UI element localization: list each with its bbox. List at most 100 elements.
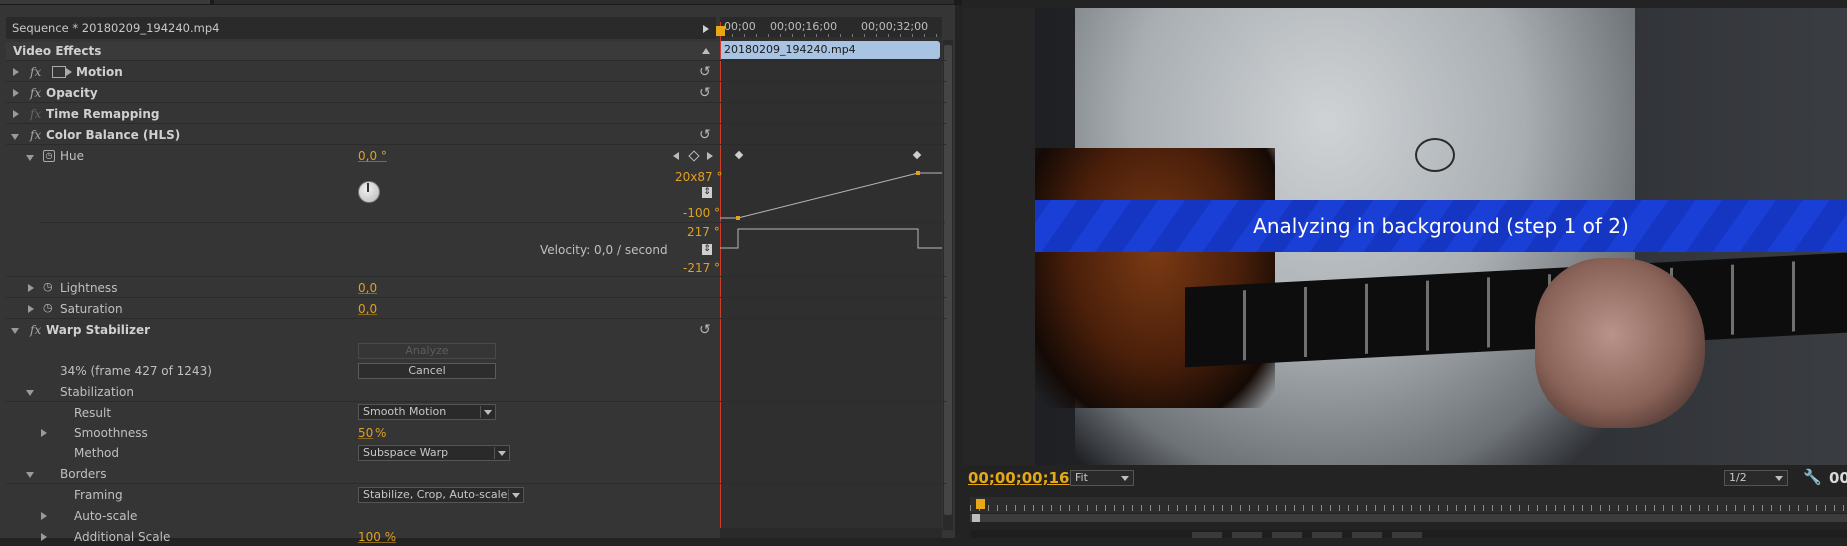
ruler-ticks (720, 34, 942, 37)
collapse-icon[interactable] (26, 155, 34, 161)
reset-icon[interactable]: ↺ (699, 126, 711, 144)
graph-scale-icon[interactable]: ⇕ (702, 244, 712, 255)
panel-tab[interactable] (214, 0, 954, 4)
analyze-button: Analyze (358, 343, 496, 359)
reset-icon[interactable]: ↺ (699, 63, 711, 81)
keyframe-timeline[interactable] (720, 17, 942, 538)
stopwatch-icon[interactable]: ◷ (43, 280, 53, 293)
prev-keyframe-icon[interactable] (673, 152, 679, 160)
velocity-curve (720, 228, 942, 249)
divider (6, 297, 946, 298)
video-frame[interactable]: Analyzing in background (step 1 of 2) (1035, 8, 1847, 465)
additional-scale-label: Additional Scale (74, 530, 171, 544)
velocity-label: Velocity: 0,0 / second (540, 243, 668, 257)
zoom-dropdown[interactable]: Fit (1070, 470, 1134, 486)
effect-warp-stabilizer[interactable]: Warp Stabilizer (46, 321, 150, 339)
smoothness-value[interactable]: 50 (358, 424, 373, 442)
expand-icon[interactable] (41, 429, 47, 437)
transport-button[interactable] (1352, 532, 1382, 538)
graph-max-value: 20x87 ° (675, 170, 723, 184)
lightness-value[interactable]: 0,0 (358, 279, 377, 297)
expand-icon[interactable] (28, 284, 34, 292)
collapse-icon[interactable] (26, 390, 34, 396)
sequence-title: Sequence * 20180209_194240.mp4 (6, 17, 716, 39)
motion-transform-icon[interactable] (52, 66, 66, 78)
transport-button[interactable] (1312, 532, 1342, 538)
expand-icon[interactable] (28, 305, 34, 313)
monitor-pasteboard (962, 8, 1035, 465)
graph-keyframe[interactable] (736, 216, 740, 220)
scrollbar-thumb[interactable] (944, 45, 952, 515)
divider (6, 276, 946, 277)
saturation-label: Saturation (60, 302, 123, 316)
result-dropdown[interactable]: Smooth Motion (358, 404, 496, 420)
expand-icon[interactable] (13, 110, 19, 118)
result-label: Result (74, 406, 112, 420)
expand-icon[interactable] (13, 89, 19, 97)
collapse-icon[interactable] (11, 328, 19, 334)
zoom-handle[interactable] (972, 514, 980, 522)
playhead-marker-icon[interactable] (976, 499, 985, 509)
arrow-right-icon[interactable] (703, 25, 709, 33)
framing-dropdown[interactable]: Stabilize, Crop, Auto-scale (358, 487, 524, 503)
expand-icon[interactable] (41, 533, 47, 541)
video-effects-label: Video Effects (13, 44, 102, 58)
divider (6, 144, 946, 145)
analysis-progress: 34% (frame 427 of 1243) (60, 364, 212, 378)
fx-toggle-icon[interactable]: fx (30, 126, 41, 144)
horizontal-scrollbar[interactable] (720, 528, 942, 538)
effect-color-balance[interactable]: Color Balance (HLS) (46, 126, 180, 144)
cancel-button[interactable]: Cancel (358, 363, 496, 379)
stopwatch-icon[interactable]: ◷ (43, 301, 53, 314)
collapse-icon[interactable] (26, 472, 34, 478)
method-dropdown[interactable]: Subspace Warp (358, 445, 510, 461)
reset-icon[interactable]: ↺ (699, 321, 711, 339)
fx-toggle-icon[interactable]: fx (30, 63, 41, 81)
stopwatch-icon[interactable]: ◷ (43, 150, 55, 162)
chevron-down-icon (498, 451, 506, 456)
hue-value-graph[interactable] (720, 165, 942, 255)
transport-button[interactable] (1392, 532, 1422, 538)
playhead-marker-icon[interactable] (716, 26, 725, 36)
clip-bar[interactable]: 20180209_194240.mp4 (720, 41, 940, 59)
graph-keyframe[interactable] (916, 171, 920, 175)
reset-icon[interactable]: ↺ (699, 84, 711, 102)
hand (1535, 258, 1705, 428)
playhead[interactable] (720, 22, 721, 538)
transport-button[interactable] (1272, 532, 1302, 538)
wrench-icon[interactable]: 🔧 (1803, 468, 1822, 486)
expand-icon[interactable] (13, 68, 19, 76)
angle-dial[interactable] (358, 181, 380, 203)
fx-toggle-icon[interactable]: fx (30, 84, 41, 102)
fx-toggle-icon[interactable]: fx (30, 321, 41, 339)
saturation-value[interactable]: 0,0 (358, 300, 377, 318)
chevron-down-icon (484, 410, 492, 415)
additional-scale-value[interactable]: 100 % (358, 528, 396, 546)
effect-time-remapping[interactable]: Time Remapping (46, 105, 160, 123)
graph-scale-icon[interactable]: ⇕ (702, 187, 712, 198)
fx-toggle-icon: fx (30, 107, 42, 121)
effect-opacity[interactable]: Opacity (46, 84, 98, 102)
playhead-timecode[interactable]: 00;00;00;16 (968, 469, 1070, 487)
transport-button[interactable] (1232, 532, 1262, 538)
motion-arrow-icon (66, 68, 72, 76)
ruler-time-2: 00;00;16;00 (770, 20, 838, 33)
transport-button[interactable] (1192, 532, 1222, 538)
next-keyframe-icon[interactable] (707, 152, 713, 160)
resolution-dropdown[interactable]: 1/2 (1724, 470, 1788, 486)
method-label: Method (74, 446, 120, 460)
framing-label: Framing (74, 488, 123, 502)
framing-value: Stabilize, Crop, Auto-scale (363, 488, 508, 501)
chevron-down-icon (512, 493, 520, 498)
dropdown-separator (480, 406, 481, 418)
chevron-up-icon[interactable] (702, 48, 710, 54)
zoom-scroll-bar[interactable] (970, 514, 1847, 522)
hue-label: Hue (60, 149, 85, 163)
expand-icon[interactable] (41, 512, 47, 520)
effect-motion[interactable]: Motion (76, 63, 123, 81)
velocity-max-value: 217 ° (687, 225, 720, 239)
hue-value[interactable]: 0,0 ° (358, 147, 387, 165)
divider (6, 483, 946, 484)
collapse-icon[interactable] (11, 134, 19, 140)
panel-tab[interactable] (0, 0, 210, 4)
